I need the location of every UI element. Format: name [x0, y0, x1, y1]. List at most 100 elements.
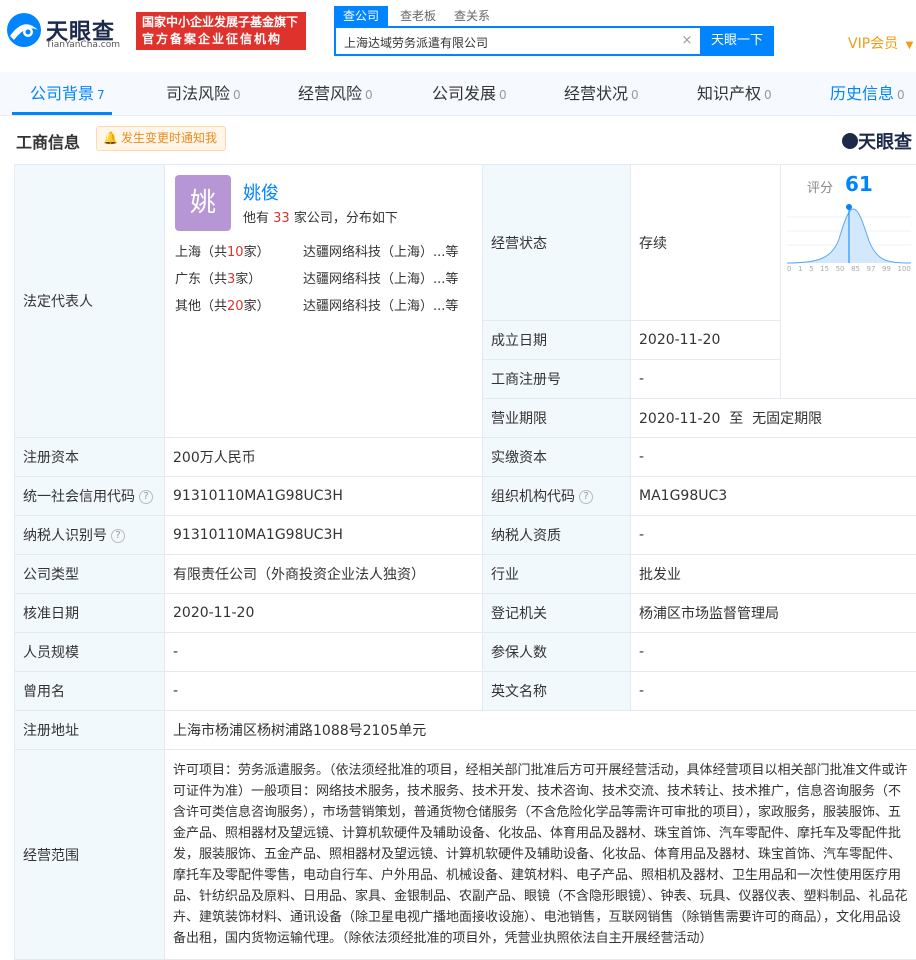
field-label: 行业 — [483, 555, 631, 594]
help-icon[interactable]: ? — [139, 490, 153, 504]
section-title: 工商信息 — [16, 129, 80, 153]
field-value: 批发业 — [631, 555, 916, 594]
field-value: - — [631, 633, 916, 672]
top-header: 天眼查 TianYanCha.com 国家中小企业发展子基金旗下 官方备案企业征… — [0, 0, 916, 68]
desc-prefix: 他有 — [243, 211, 269, 226]
tab-operation-risk[interactable]: 经营风险0 — [298, 72, 373, 116]
tab-count: 0 — [365, 88, 373, 102]
field-value: - — [631, 360, 781, 399]
logo-icon — [4, 10, 44, 50]
tab-label: 经营风险 — [298, 84, 362, 103]
field-label: 登记机关 — [483, 594, 631, 633]
field-value: 91310110MA1G98UC3H — [165, 477, 483, 516]
representative-name[interactable]: 姚俊 — [243, 179, 279, 205]
field-label: 公司类型 — [15, 555, 165, 594]
site-logo[interactable]: 天眼查 TianYanCha.com — [4, 10, 128, 52]
region-count: 10 — [227, 245, 244, 260]
search-button[interactable]: 天眼一下 — [700, 26, 774, 56]
score-tick: 1 — [798, 265, 802, 273]
field-label: 核准日期 — [15, 594, 165, 633]
tab-search-boss[interactable]: 查老板 — [398, 6, 438, 26]
desc-count: 33 — [273, 211, 290, 226]
representative-cell: 姚 姚俊 他有 33 家公司，分布如下 上海（共10家） 达疆网络科技（上海）.… — [165, 165, 483, 438]
field-label: 实缴资本 — [483, 438, 631, 477]
field-label: 参保人数 — [483, 633, 631, 672]
field-label: 统一社会信用代码 — [23, 489, 135, 505]
business-scope-value: 许可项目：劳务派遣服务。（依法须经批准的项目，经相关部门批准后方可开展经营活动，… — [165, 750, 916, 960]
clear-icon[interactable]: × — [680, 34, 694, 48]
region-unit: 家） — [244, 299, 270, 314]
region-company[interactable]: 达疆网络科技（上海）...等 — [303, 295, 458, 314]
region-name: 其他（共 — [175, 299, 227, 314]
score-panel: 评分 61 0 1 5 15 50 85 — [781, 165, 915, 282]
field-value: MA1G98UC3 — [631, 477, 916, 516]
search-input[interactable] — [344, 33, 664, 51]
field-label-cell: 纳税人识别号? — [15, 516, 165, 555]
score-value: 61 — [845, 172, 873, 196]
field-label-cell: 统一社会信用代码? — [15, 477, 165, 516]
score-cell[interactable]: 评分 61 0 1 5 15 50 85 — [781, 165, 916, 399]
field-value: - — [631, 438, 916, 477]
tab-count: 0 — [233, 88, 241, 102]
field-label: 人员规模 — [15, 633, 165, 672]
tab-history-info[interactable]: 历史信息0 — [830, 72, 905, 116]
field-value: 存续 — [631, 165, 781, 321]
vip-label: VIP会员 — [848, 36, 898, 52]
address-value: 上海市杨浦区杨树浦路1088号2105单元 — [165, 711, 916, 750]
field-value: 2020-11-20 — [165, 594, 483, 633]
field-label: 注册资本 — [15, 438, 165, 477]
region-name: 上海（共 — [175, 245, 227, 260]
help-icon[interactable]: ? — [111, 529, 125, 543]
tab-intellectual-property[interactable]: 知识产权0 — [697, 72, 772, 116]
brand-text: 天眼查 — [858, 132, 912, 153]
field-label: 工商注册号 — [483, 360, 631, 399]
tab-search-relation[interactable]: 查关系 — [452, 6, 492, 26]
field-value: 200万人民币 — [165, 438, 483, 477]
field-label: 营业期限 — [483, 399, 631, 438]
score-ticks: 0 1 5 15 50 85 97 99 100 — [787, 265, 911, 273]
tab-company-development[interactable]: 公司发展0 — [432, 72, 507, 116]
region-count: 20 — [227, 299, 244, 314]
representative-label: 法定代表人 — [15, 165, 165, 438]
vip-menu[interactable]: VIP会员 ▼ — [848, 33, 913, 53]
field-label: 纳税人资质 — [483, 516, 631, 555]
region-name: 广东（共 — [175, 272, 227, 287]
tab-label: 司法风险 — [166, 84, 230, 103]
tab-count: 0 — [631, 88, 639, 102]
field-value: - — [165, 672, 483, 711]
tab-label: 公司背景 — [30, 84, 94, 103]
tab-operation-status[interactable]: 经营状况0 — [564, 72, 639, 116]
badge-line-2: 官方备案企业征信机构 — [142, 31, 306, 48]
tab-count: 0 — [897, 88, 905, 102]
notify-change-button[interactable]: 🔔发生变更时通知我 — [96, 126, 226, 151]
field-label: 组织机构代码 — [491, 489, 575, 505]
region-item[interactable]: 上海（共10家） — [175, 241, 270, 260]
field-label: 曾用名 — [15, 672, 165, 711]
region-company[interactable]: 达疆网络科技（上海）...等 — [303, 268, 458, 287]
brand-logo-icon — [842, 133, 858, 149]
field-label: 成立日期 — [483, 321, 631, 360]
region-item[interactable]: 其他（共20家） — [175, 295, 270, 314]
desc-suffix: 家公司，分布如下 — [294, 211, 398, 226]
score-tick: 0 — [787, 265, 791, 273]
region-item[interactable]: 广东（共3家） — [175, 268, 261, 287]
field-label: 纳税人识别号 — [23, 528, 107, 544]
tab-judicial-risk[interactable]: 司法风险0 — [166, 72, 241, 116]
field-value: 2020-11-20 — [631, 321, 781, 360]
tab-company-background[interactable]: 公司背景7 — [30, 72, 105, 116]
region-company[interactable]: 达疆网络科技（上海）...等 — [303, 241, 458, 260]
business-info-table: 法定代表人 姚 姚俊 他有 33 家公司，分布如下 上海（共10家） 达疆网络科… — [14, 164, 916, 960]
active-tab-indicator — [12, 112, 112, 115]
region-unit: 家） — [235, 272, 261, 287]
field-value: - — [631, 672, 916, 711]
avatar[interactable]: 姚 — [175, 175, 231, 231]
search-box: × — [334, 26, 700, 56]
help-icon[interactable]: ? — [579, 490, 593, 504]
tab-search-company[interactable]: 查公司 — [334, 6, 388, 26]
field-label: 注册地址 — [15, 711, 165, 750]
field-label: 经营范围 — [15, 750, 165, 960]
tab-count: 0 — [764, 88, 772, 102]
tab-label: 知识产权 — [697, 84, 761, 103]
tab-count: 0 — [499, 88, 507, 102]
field-value: 杨浦区市场监督管理局 — [631, 594, 916, 633]
